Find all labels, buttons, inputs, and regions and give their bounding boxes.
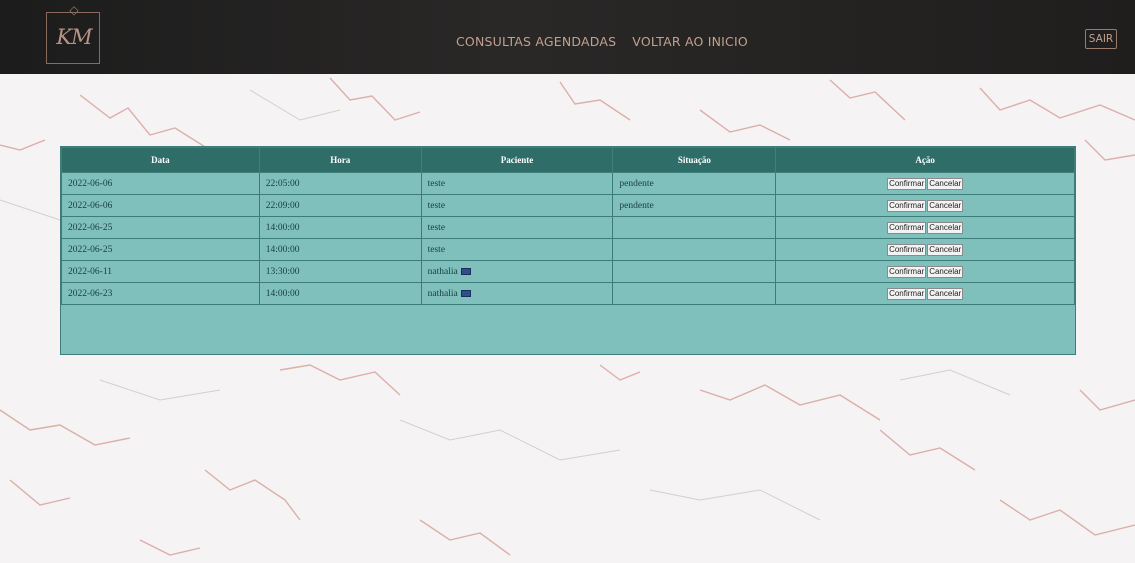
table-row: 2022-06-25 14:00:00 teste Confirmar Cance… — [61, 238, 1075, 261]
cell-acao: Confirmar Cancelar — [775, 260, 1075, 283]
cell-hora: 14:00:00 — [258, 282, 422, 305]
cancel-button[interactable]: Cancelar — [927, 221, 964, 234]
cell-hora: 14:00:00 — [258, 238, 422, 261]
cancel-button[interactable]: Cancelar — [927, 177, 964, 190]
confirm-button[interactable]: Confirmar — [887, 199, 927, 212]
cell-situacao — [612, 216, 777, 239]
confirm-button[interactable]: Confirmar — [887, 287, 927, 300]
cell-acao: Confirmar Cancelar — [775, 216, 1075, 239]
cell-data: 2022-06-11 — [61, 260, 260, 283]
patient-name: nathalia — [427, 288, 458, 299]
cell-data: 2022-06-06 — [61, 172, 260, 195]
flag-icon — [460, 267, 471, 275]
patient-name: teste — [427, 222, 446, 233]
column-header-paciente: Paciente — [420, 147, 614, 173]
confirm-button[interactable]: Confirmar — [887, 177, 927, 190]
cell-acao: Confirmar Cancelar — [775, 172, 1075, 195]
column-header-hora: Hora — [258, 147, 422, 173]
main-nav: CONSULTAS AGENDADAS VOLTAR AO INICIO — [456, 33, 760, 53]
table-header-row: Data Hora Paciente Situação Ação — [61, 147, 1075, 173]
cell-situacao: pendente — [612, 172, 777, 195]
logout-button[interactable]: SAIR — [1085, 29, 1117, 49]
cell-paciente: nathalia — [420, 282, 614, 305]
cell-data: 2022-06-25 — [61, 238, 260, 261]
cell-acao: Confirmar Cancelar — [775, 194, 1075, 217]
cell-situacao: pendente — [612, 194, 777, 217]
column-header-data: Data — [61, 147, 260, 173]
patient-name: teste — [427, 178, 446, 189]
cell-paciente: teste — [420, 172, 614, 195]
cell-situacao — [612, 238, 777, 261]
cell-data: 2022-06-06 — [61, 194, 260, 217]
cell-data: 2022-06-25 — [61, 216, 260, 239]
table-row: 2022-06-23 14:00:00 nathalia Confirmar Ca… — [61, 282, 1075, 305]
patient-name: nathalia — [427, 266, 458, 277]
confirm-button[interactable]: Confirmar — [887, 243, 927, 256]
cell-paciente: teste — [420, 194, 614, 217]
top-navbar: ◇ KM CONSULTAS AGENDADAS VOLTAR AO INICI… — [0, 0, 1135, 74]
diamond-icon: ◇ — [69, 3, 79, 17]
cancel-button[interactable]: Cancelar — [927, 265, 964, 278]
patient-name: teste — [427, 244, 446, 255]
cell-paciente: teste — [420, 238, 614, 261]
table-row: 2022-06-11 13:30:00 nathalia Confirmar Ca… — [61, 260, 1075, 283]
patient-name: teste — [427, 200, 446, 211]
appointments-table: Data Hora Paciente Situação Ação 2022-06… — [61, 147, 1075, 305]
cell-hora: 14:00:00 — [258, 216, 422, 239]
confirm-button[interactable]: Confirmar — [887, 221, 927, 234]
cell-acao: Confirmar Cancelar — [775, 238, 1075, 261]
column-header-situacao: Situação — [612, 147, 777, 173]
cell-acao: Confirmar Cancelar — [775, 282, 1075, 305]
cell-situacao — [612, 260, 777, 283]
cell-hora: 22:09:00 — [258, 194, 422, 217]
table-row: 2022-06-06 22:05:00 teste pendente Confi… — [61, 172, 1075, 195]
cell-paciente: nathalia — [420, 260, 614, 283]
cell-data: 2022-06-23 — [61, 282, 260, 305]
logo-monogram: KM — [56, 25, 92, 49]
flag-icon — [460, 289, 471, 297]
cancel-button[interactable]: Cancelar — [927, 199, 964, 212]
cell-paciente: teste — [420, 216, 614, 239]
cell-hora: 13:30:00 — [258, 260, 422, 283]
confirm-button[interactable]: Confirmar — [887, 265, 927, 278]
cell-situacao — [612, 282, 777, 305]
cancel-button[interactable]: Cancelar — [927, 243, 964, 256]
cell-hora: 22:05:00 — [258, 172, 422, 195]
appointments-table-container: Data Hora Paciente Situação Ação 2022-06… — [60, 146, 1076, 355]
nav-voltar-ao-inicio[interactable]: VOLTAR AO INICIO — [632, 34, 748, 49]
table-row: 2022-06-25 14:00:00 teste Confirmar Cance… — [61, 216, 1075, 239]
column-header-acao: Ação — [775, 147, 1075, 173]
table-row: 2022-06-06 22:09:00 teste pendente Confi… — [61, 194, 1075, 217]
brand-logo[interactable]: ◇ KM — [46, 3, 100, 64]
cancel-button[interactable]: Cancelar — [927, 287, 964, 300]
nav-consultas-agendadas[interactable]: CONSULTAS AGENDADAS — [456, 34, 616, 49]
